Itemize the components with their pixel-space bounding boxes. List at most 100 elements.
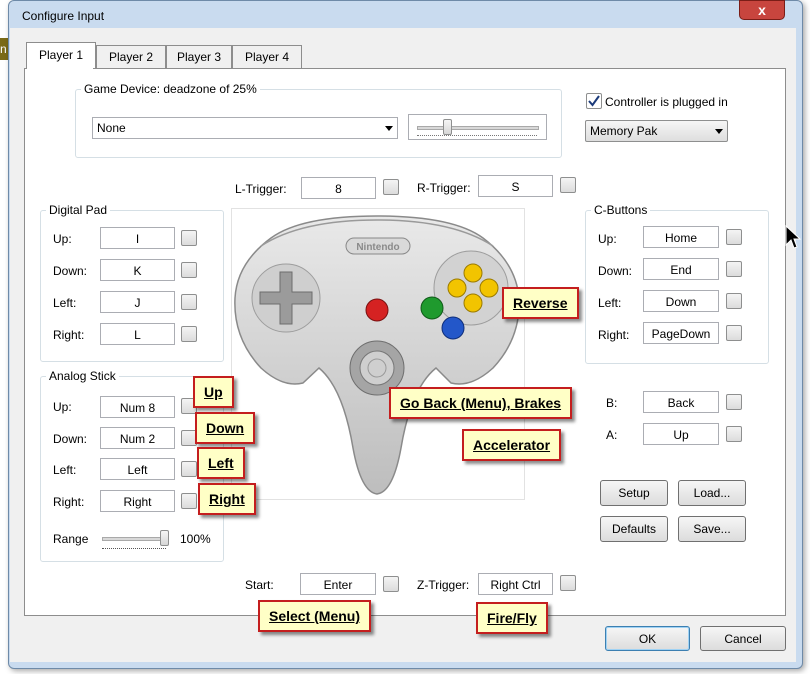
defaults-button[interactable]: Defaults	[600, 516, 668, 542]
analog-left-field[interactable]: Left	[100, 458, 175, 480]
tab-player-3[interactable]: Player 3	[166, 45, 232, 68]
range-slider[interactable]	[100, 528, 172, 554]
dpad-up-checkbox[interactable]	[181, 230, 197, 246]
c-up-button	[463, 263, 483, 283]
c-down-button	[463, 293, 483, 313]
callout-select: Select (Menu)	[258, 600, 372, 632]
load-button[interactable]: Load...	[678, 480, 746, 506]
dpad-down-checkbox[interactable]	[181, 262, 197, 278]
callout-right: Right	[198, 483, 256, 515]
dpad-down-field[interactable]: K	[100, 259, 175, 281]
dpad-right-checkbox[interactable]	[181, 326, 197, 342]
controller-plugged-checkbox[interactable]	[586, 93, 602, 109]
callout-up: Up	[193, 376, 234, 408]
c-down-label: Down:	[598, 264, 633, 278]
close-button[interactable]: x	[739, 0, 785, 20]
chevron-down-icon	[385, 126, 393, 131]
start-checkbox[interactable]	[383, 576, 399, 592]
b-label: B:	[606, 396, 618, 410]
save-button[interactable]: Save...	[678, 516, 746, 542]
b-checkbox[interactable]	[726, 394, 742, 410]
z-trigger-label: Z-Trigger:	[417, 578, 470, 592]
nintendo-logo-text: Nintendo	[356, 242, 399, 253]
analog-up-label: Up:	[53, 400, 72, 414]
analog-down-field[interactable]: Num 2	[100, 427, 175, 449]
analog-right-label: Right:	[53, 495, 85, 509]
l-trigger-checkbox[interactable]	[383, 179, 399, 195]
ok-button[interactable]: OK	[605, 626, 690, 651]
controller-plugged-label: Controller is plugged in	[605, 95, 728, 109]
dpad-left-checkbox[interactable]	[181, 294, 197, 310]
tab-player-2[interactable]: Player 2	[96, 45, 166, 68]
c-right-field[interactable]: PageDown	[643, 322, 719, 344]
c-left-button	[447, 278, 467, 298]
active-tab-joiner	[27, 66, 93, 70]
callout-accelerator: Accelerator	[462, 429, 562, 461]
c-left-field[interactable]: Down	[643, 290, 719, 312]
c-up-checkbox[interactable]	[726, 229, 742, 245]
cancel-button[interactable]: Cancel	[700, 626, 786, 651]
c-up-label: Up:	[598, 232, 617, 246]
callout-go-back: Go Back (Menu), Brakes	[389, 387, 573, 419]
dpad-right-label: Right:	[53, 328, 85, 342]
checkmark-icon	[588, 95, 600, 107]
dpad-left-label: Left:	[53, 296, 77, 310]
b-button	[420, 296, 444, 320]
range-label: Range	[53, 532, 89, 546]
window-title: Configure Input	[22, 9, 105, 23]
dpad-left-field[interactable]: J	[100, 291, 175, 313]
analog-stick-title: Analog Stick	[46, 369, 119, 383]
r-trigger-checkbox[interactable]	[560, 177, 576, 193]
start-field[interactable]: Enter	[300, 573, 376, 595]
callout-down: Down	[195, 412, 256, 444]
analog-left-label: Left:	[53, 463, 77, 477]
a-button	[441, 316, 465, 340]
c-down-checkbox[interactable]	[726, 261, 742, 277]
start-button	[365, 298, 389, 322]
c-left-checkbox[interactable]	[726, 293, 742, 309]
tab-player-4[interactable]: Player 4	[232, 45, 302, 68]
slider-track	[102, 537, 168, 541]
c-right-checkbox[interactable]	[726, 325, 742, 341]
dpad-down-label: Down:	[53, 264, 88, 278]
z-trigger-checkbox[interactable]	[560, 575, 576, 591]
game-device-label: Game Device: deadzone of 25%	[81, 82, 260, 96]
c-down-field[interactable]: End	[643, 258, 719, 280]
callout-fire: Fire/Fly	[476, 602, 548, 634]
r-trigger-label: R-Trigger:	[417, 181, 471, 195]
callout-left: Left	[197, 447, 245, 479]
deadzone-slider[interactable]	[408, 114, 547, 140]
a-field[interactable]: Up	[643, 423, 719, 445]
chevron-down-icon	[715, 129, 723, 134]
range-value: 100%	[180, 532, 211, 546]
digital-pad-title: Digital Pad	[46, 203, 111, 217]
analog-left-checkbox[interactable]	[181, 461, 197, 477]
l-trigger-label: L-Trigger:	[235, 182, 287, 196]
tab-player-1[interactable]: Player 1	[26, 42, 96, 69]
analog-up-field[interactable]: Num 8	[100, 396, 175, 418]
analog-right-field[interactable]: Right	[100, 490, 175, 512]
analog-right-checkbox[interactable]	[181, 493, 197, 509]
callout-reverse: Reverse	[502, 287, 579, 319]
game-device-select[interactable]: None	[92, 117, 398, 139]
b-field[interactable]: Back	[643, 391, 719, 413]
c-left-label: Left:	[598, 296, 622, 310]
dpad-up-label: Up:	[53, 232, 72, 246]
dpad-up-field[interactable]: I	[100, 227, 175, 249]
c-up-field[interactable]: Home	[643, 226, 719, 248]
slider-ticks	[102, 548, 166, 551]
pak-select[interactable]: Memory Pak	[585, 120, 728, 142]
a-checkbox[interactable]	[726, 426, 742, 442]
slider-thumb[interactable]	[443, 119, 452, 135]
c-right-label: Right:	[598, 328, 630, 342]
l-trigger-field[interactable]: 8	[301, 177, 376, 199]
mouse-pointer-icon	[785, 225, 801, 249]
analog-down-label: Down:	[53, 432, 88, 446]
z-trigger-field[interactable]: Right Ctrl	[478, 573, 553, 595]
r-trigger-field[interactable]: S	[478, 175, 553, 197]
a-label: A:	[606, 428, 618, 442]
dpad-right-field[interactable]: L	[100, 323, 175, 345]
setup-button[interactable]: Setup	[600, 480, 668, 506]
start-label: Start:	[245, 578, 274, 592]
slider-thumb[interactable]	[160, 530, 169, 546]
